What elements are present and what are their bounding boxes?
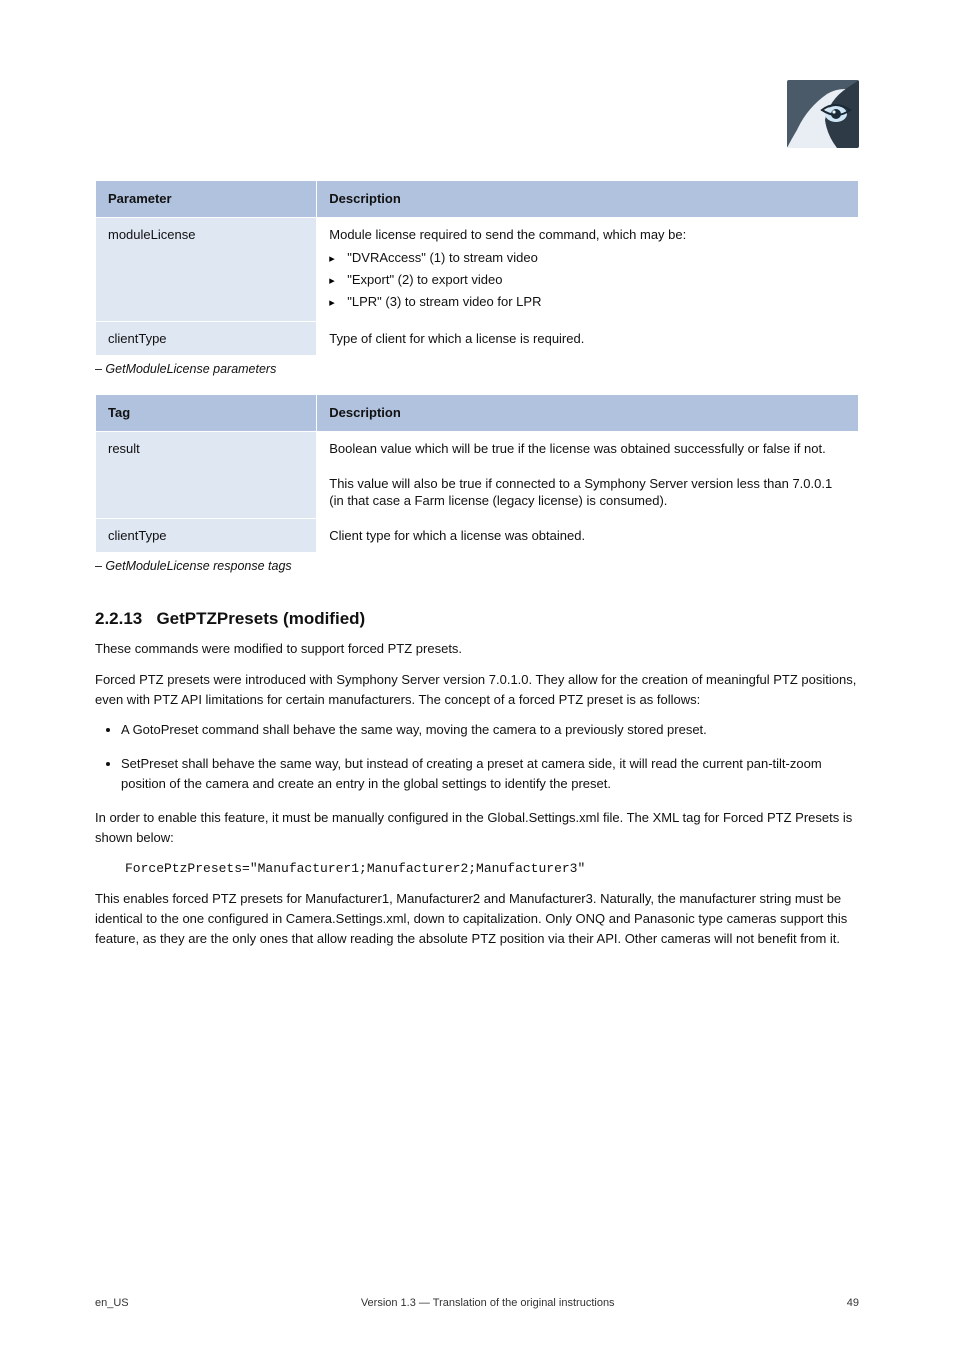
section-heading: 2.2.13 GetPTZPresets (modified): [95, 609, 859, 629]
response-tag-table: Tag Description result Boolean value whi…: [95, 394, 859, 553]
xml-example: ForcePtzPresets="Manufacturer1;Manufactu…: [125, 859, 859, 879]
table2-row1-value: Boolean value which will be true if the …: [317, 431, 859, 518]
table1-row1-intro: Module license required to send the comm…: [329, 227, 686, 242]
list-item: "DVRAccess" (1) to stream video: [329, 247, 846, 269]
section-intro: Forced PTZ presets were introduced with …: [95, 670, 859, 710]
footer-center: Version 1.3 — Translation of the origina…: [129, 1297, 847, 1309]
table1-row1-value: Module license required to send the comm…: [317, 217, 859, 321]
section-title: GetPTZPresets (modified): [156, 609, 365, 628]
list-item: "Export" (2) to export video: [329, 269, 846, 291]
table1-header-description: Description: [317, 181, 859, 218]
table1-row1-label: moduleLicense: [96, 217, 317, 321]
footer-right: 49: [847, 1297, 859, 1309]
table2-row2-label: clientType: [96, 518, 317, 553]
table-row: moduleLicense Module license required to…: [96, 217, 859, 321]
section-p2: In order to enable this feature, it must…: [95, 808, 859, 848]
brand-logo: [787, 80, 859, 148]
section-bullets: A GotoPreset command shall behave the sa…: [121, 720, 859, 794]
section-p3: This enables forced PTZ presets for Manu…: [95, 889, 859, 949]
list-item: "LPR" (3) to stream video for LPR: [329, 291, 846, 313]
table1-caption: – GetModuleLicense parameters: [95, 362, 859, 376]
list-item: SetPreset shall behave the same way, but…: [121, 754, 859, 794]
table2-header-description: Description: [317, 395, 859, 432]
parameter-table: Parameter Description moduleLicense Modu…: [95, 180, 859, 356]
table2-row2-value: Client type for which a license was obta…: [317, 518, 859, 553]
table-row: clientType Client type for which a licen…: [96, 518, 859, 553]
table-row: result Boolean value which will be true …: [96, 431, 859, 518]
table1-header-parameter: Parameter: [96, 181, 317, 218]
table1-row2-label: clientType: [96, 321, 317, 356]
page: Parameter Description moduleLicense Modu…: [0, 0, 954, 1349]
table-row: clientType Type of client for which a li…: [96, 321, 859, 356]
page-footer: en_US Version 1.3 — Translation of the o…: [95, 1297, 859, 1309]
footer-left: en_US: [95, 1297, 129, 1309]
table1-row2-value: Type of client for which a license is re…: [317, 321, 859, 356]
table2-header-tag: Tag: [96, 395, 317, 432]
table1-row1-list: "DVRAccess" (1) to stream video "Export"…: [329, 247, 846, 313]
wolf-eye-icon: [787, 80, 859, 148]
section-number: 2.2.13: [95, 609, 142, 628]
section-p1: These commands were modified to support …: [95, 639, 859, 659]
table2-row1-label: result: [96, 431, 317, 518]
list-item: A GotoPreset command shall behave the sa…: [121, 720, 859, 740]
table2-caption: – GetModuleLicense response tags: [95, 559, 859, 573]
